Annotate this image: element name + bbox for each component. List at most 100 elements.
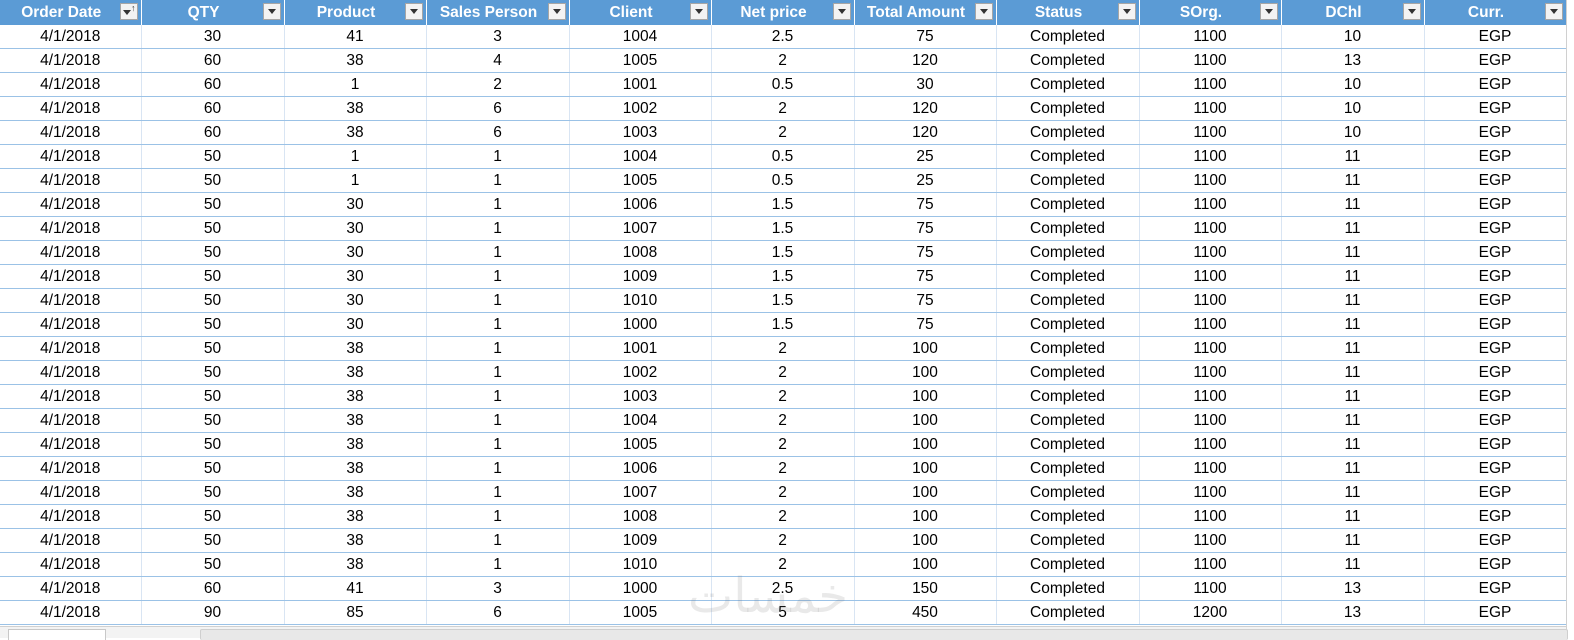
table-cell[interactable]: 2 bbox=[711, 360, 855, 385]
table-cell[interactable]: 11 bbox=[1281, 144, 1425, 169]
table-cell[interactable]: 50 bbox=[141, 192, 285, 217]
table-cell[interactable]: 4/1/2018 bbox=[0, 48, 142, 73]
table-cell[interactable]: 1003 bbox=[569, 384, 712, 409]
table-cell[interactable]: EGP bbox=[1424, 216, 1567, 241]
table-cell[interactable]: 120 bbox=[854, 48, 997, 73]
table-cell[interactable]: 1 bbox=[426, 240, 570, 265]
table-cell[interactable]: 1 bbox=[284, 72, 427, 97]
table-cell[interactable]: 100 bbox=[854, 480, 997, 505]
column-header-net-price[interactable]: Net price bbox=[711, 0, 855, 25]
table-cell[interactable]: Completed bbox=[996, 432, 1140, 457]
table-cell[interactable]: Completed bbox=[996, 576, 1140, 601]
sort-filter-icon[interactable]: ↑ bbox=[119, 3, 138, 20]
table-cell[interactable]: 30 bbox=[284, 264, 427, 289]
table-row[interactable]: 4/1/2018 50 38 1 1007 2 100 Completed 1100 11 EGP bbox=[0, 480, 1567, 505]
table-cell[interactable]: 1100 bbox=[1139, 480, 1282, 505]
table-cell[interactable]: 1005 bbox=[569, 168, 712, 193]
table-cell[interactable]: 38 bbox=[284, 528, 427, 553]
table-cell[interactable]: 2 bbox=[711, 504, 855, 529]
table-cell[interactable]: 100 bbox=[854, 504, 997, 529]
table-cell[interactable]: 11 bbox=[1281, 480, 1425, 505]
table-cell[interactable]: 10 bbox=[1281, 25, 1425, 49]
table-row[interactable]: 4/1/2018 50 38 1 1001 2 100 Completed 1100 11 EGP bbox=[0, 336, 1567, 361]
column-header-status[interactable]: Status bbox=[996, 0, 1140, 25]
table-cell[interactable]: EGP bbox=[1424, 504, 1567, 529]
table-cell[interactable]: 100 bbox=[854, 456, 997, 481]
table-cell[interactable]: 2 bbox=[711, 528, 855, 553]
table-cell[interactable]: 1000 bbox=[569, 312, 712, 337]
table-cell[interactable]: 0.5 bbox=[711, 144, 855, 169]
table-cell[interactable]: 50 bbox=[141, 336, 285, 361]
table-cell[interactable]: 60 bbox=[141, 48, 285, 73]
table-cell[interactable]: 11 bbox=[1281, 216, 1425, 241]
filter-dropdown-icon[interactable] bbox=[1544, 3, 1563, 20]
table-cell[interactable]: EGP bbox=[1424, 312, 1567, 337]
table-cell[interactable]: EGP bbox=[1424, 456, 1567, 481]
table-cell[interactable]: Completed bbox=[996, 240, 1140, 265]
table-cell[interactable]: 11 bbox=[1281, 384, 1425, 409]
table-cell[interactable]: 1100 bbox=[1139, 144, 1282, 169]
table-row[interactable]: 4/1/2018 50 38 1 1006 2 100 Completed 1100 11 EGP bbox=[0, 456, 1567, 481]
table-cell[interactable]: 100 bbox=[854, 360, 997, 385]
table-cell[interactable]: EGP bbox=[1424, 264, 1567, 289]
table-cell[interactable]: EGP bbox=[1424, 528, 1567, 553]
table-cell[interactable]: 50 bbox=[141, 504, 285, 529]
table-cell[interactable]: 1002 bbox=[569, 360, 712, 385]
table-row[interactable]: 4/1/2018 90 85 6 1005 5 450 Completed 1200 13 EGP bbox=[0, 600, 1567, 625]
table-cell[interactable]: 2 bbox=[711, 480, 855, 505]
table-cell[interactable]: 50 bbox=[141, 432, 285, 457]
table-cell[interactable]: 2 bbox=[711, 96, 855, 121]
table-cell[interactable]: 1006 bbox=[569, 456, 712, 481]
table-cell[interactable]: 1100 bbox=[1139, 240, 1282, 265]
table-row[interactable]: 4/1/2018 50 30 1 1008 1.5 75 Completed 1100 11 EGP bbox=[0, 240, 1567, 265]
table-cell[interactable]: Completed bbox=[996, 312, 1140, 337]
table-cell[interactable]: 11 bbox=[1281, 312, 1425, 337]
table-cell[interactable]: 38 bbox=[284, 480, 427, 505]
column-header-dchl[interactable]: DChl bbox=[1281, 0, 1425, 25]
table-cell[interactable]: 3 bbox=[426, 25, 570, 49]
table-row[interactable]: 4/1/2018 60 1 2 1001 0.5 30 Completed 1100 10 EGP bbox=[0, 72, 1567, 97]
table-cell[interactable]: 100 bbox=[854, 432, 997, 457]
table-cell[interactable]: 150 bbox=[854, 576, 997, 601]
table-cell[interactable]: 38 bbox=[284, 360, 427, 385]
horizontal-scrollbar[interactable] bbox=[200, 629, 1568, 640]
table-cell[interactable]: 1006 bbox=[569, 192, 712, 217]
table-cell[interactable]: 1100 bbox=[1139, 72, 1282, 97]
table-cell[interactable]: 1005 bbox=[569, 600, 712, 625]
table-cell[interactable]: 4/1/2018 bbox=[0, 288, 142, 313]
table-cell[interactable]: EGP bbox=[1424, 360, 1567, 385]
table-cell[interactable]: 30 bbox=[284, 192, 427, 217]
table-cell[interactable]: Completed bbox=[996, 96, 1140, 121]
table-cell[interactable]: 30 bbox=[284, 216, 427, 241]
table-cell[interactable]: 1.5 bbox=[711, 264, 855, 289]
table-cell[interactable]: 11 bbox=[1281, 240, 1425, 265]
sheet-tab[interactable] bbox=[8, 629, 106, 640]
table-cell[interactable]: 75 bbox=[854, 240, 997, 265]
table-cell[interactable]: 50 bbox=[141, 168, 285, 193]
table-cell[interactable]: 75 bbox=[854, 192, 997, 217]
table-cell[interactable]: 2 bbox=[426, 72, 570, 97]
table-row[interactable]: 4/1/2018 50 38 1 1004 2 100 Completed 1100 11 EGP bbox=[0, 408, 1567, 433]
table-cell[interactable]: 1 bbox=[284, 168, 427, 193]
table-cell[interactable]: 4/1/2018 bbox=[0, 480, 142, 505]
table-cell[interactable]: 50 bbox=[141, 480, 285, 505]
table-cell[interactable]: 3 bbox=[426, 576, 570, 601]
table-row[interactable]: 4/1/2018 50 38 1 1008 2 100 Completed 1100 11 EGP bbox=[0, 504, 1567, 529]
table-cell[interactable]: 120 bbox=[854, 96, 997, 121]
table-cell[interactable]: 50 bbox=[141, 288, 285, 313]
table-row[interactable]: 4/1/2018 60 41 3 1000 2.5 150 Completed 1100 13 EG… bbox=[0, 576, 1567, 601]
table-cell[interactable]: 1 bbox=[426, 360, 570, 385]
filter-dropdown-icon[interactable] bbox=[262, 3, 281, 20]
table-cell[interactable]: 1 bbox=[426, 192, 570, 217]
table-cell[interactable]: EGP bbox=[1424, 144, 1567, 169]
table-cell[interactable]: 4/1/2018 bbox=[0, 144, 142, 169]
table-cell[interactable]: Completed bbox=[996, 528, 1140, 553]
table-cell[interactable]: 1 bbox=[426, 528, 570, 553]
table-cell[interactable]: 120 bbox=[854, 120, 997, 145]
filter-dropdown-icon[interactable] bbox=[689, 3, 708, 20]
table-cell[interactable]: 30 bbox=[284, 240, 427, 265]
filter-dropdown-icon[interactable] bbox=[1259, 3, 1278, 20]
table-cell[interactable]: 1004 bbox=[569, 25, 712, 49]
table-cell[interactable]: 11 bbox=[1281, 360, 1425, 385]
table-cell[interactable]: 38 bbox=[284, 456, 427, 481]
